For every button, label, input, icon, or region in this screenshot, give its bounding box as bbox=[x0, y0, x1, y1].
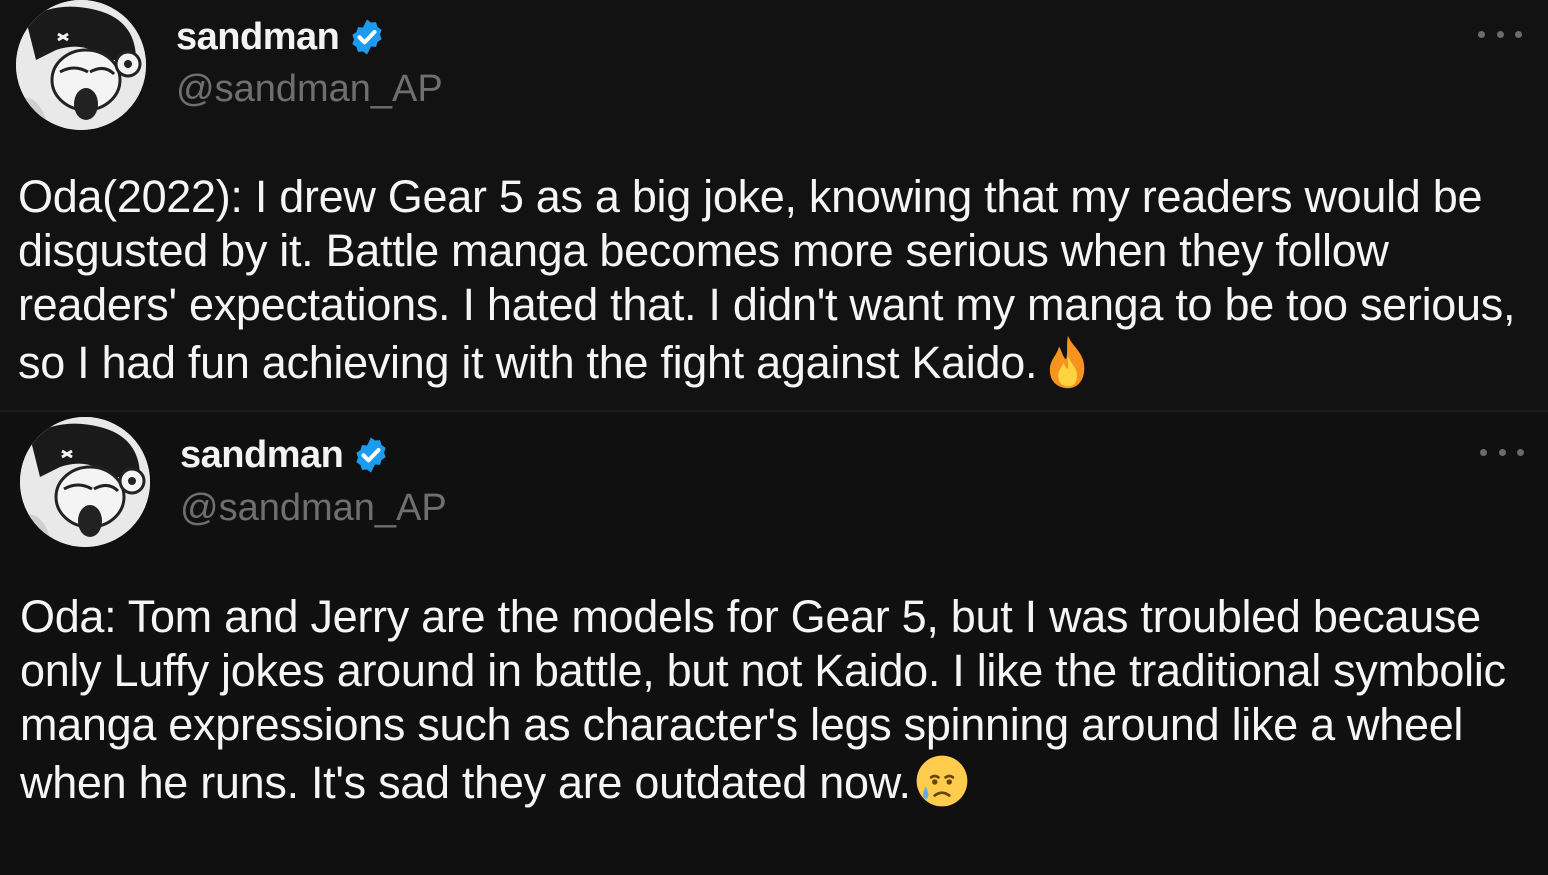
tweet-body: Oda(2022): I drew Gear 5 as a big joke, … bbox=[18, 171, 1516, 388]
more-options-button[interactable] bbox=[1478, 22, 1522, 46]
verified-badge-icon bbox=[352, 19, 382, 55]
sad-but-relieved-emoji-icon bbox=[916, 755, 968, 807]
avatar-image bbox=[20, 417, 150, 547]
more-horizontal-icon bbox=[1498, 448, 1506, 456]
author-handle[interactable]: @sandman_AP bbox=[176, 66, 443, 112]
author-handle[interactable]: @sandman_AP bbox=[180, 485, 447, 531]
avatar[interactable] bbox=[16, 0, 146, 130]
author-name-row[interactable]: sandman bbox=[180, 432, 391, 478]
more-options-button[interactable] bbox=[1480, 440, 1524, 464]
more-horizontal-icon bbox=[1478, 30, 1485, 38]
avatar-image bbox=[16, 0, 146, 130]
more-horizontal-icon bbox=[1515, 30, 1522, 38]
avatar[interactable] bbox=[20, 417, 150, 547]
tweet-text: Oda(2022): I drew Gear 5 as a big joke, … bbox=[18, 170, 1538, 390]
fire-emoji-icon bbox=[1050, 335, 1085, 389]
more-horizontal-icon bbox=[1480, 448, 1487, 456]
verified-badge-icon bbox=[356, 437, 386, 473]
tweet-text: Oda: Tom and Jerry are the models for Ge… bbox=[20, 590, 1540, 810]
tweet-body: Oda: Tom and Jerry are the models for Ge… bbox=[20, 591, 1506, 808]
tweet-card[interactable]: sandman @sandman_AP Oda(2022): I drew Ge… bbox=[0, 0, 1548, 412]
author-display-name[interactable]: sandman bbox=[180, 432, 344, 478]
author-name-row[interactable]: sandman bbox=[176, 14, 387, 60]
screenshot-canvas: sandman @sandman_AP Oda(2022): I drew Ge… bbox=[0, 0, 1548, 875]
tweet-card[interactable]: sandman @sandman_AP Oda: Tom and Jerry a… bbox=[0, 412, 1548, 875]
author-display-name[interactable]: sandman bbox=[176, 14, 340, 60]
more-horizontal-icon bbox=[1517, 448, 1524, 456]
more-horizontal-icon bbox=[1496, 30, 1504, 38]
